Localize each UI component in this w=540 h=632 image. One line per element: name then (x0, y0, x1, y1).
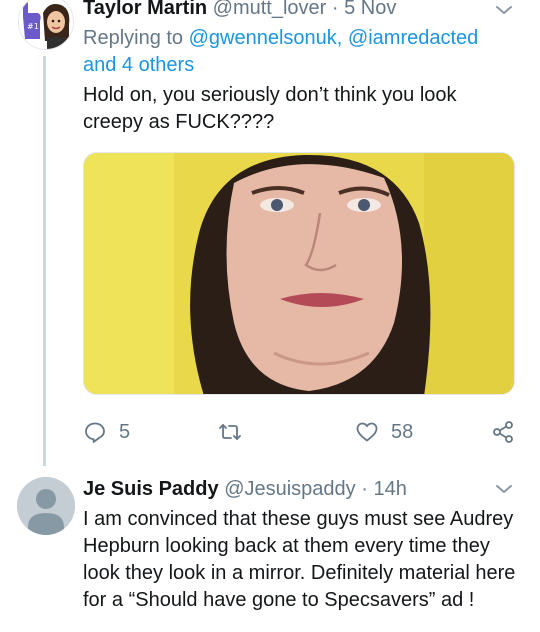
retweet-button[interactable] (218, 418, 254, 446)
user-handle[interactable]: @Jesuispaddy (224, 478, 355, 500)
thread-line (43, 56, 46, 466)
timestamp[interactable]: 14h (373, 478, 406, 500)
tweet-actions: 5 58 (83, 418, 523, 446)
timestamp[interactable]: 5 Nov (344, 0, 396, 19)
user-handle[interactable]: @mutt_lover (213, 0, 327, 19)
tweet-header: Je Suis Paddy @Jesuispaddy · 14h (83, 477, 407, 501)
tweet-text: Hold on, you seriously don’t think you l… (83, 84, 457, 133)
heart-icon (356, 422, 378, 442)
like-count: 58 (391, 420, 414, 443)
replying-to: Replying to @gwennelsonuk, @iamredacted … (83, 25, 513, 79)
chevron-down-icon[interactable] (494, 479, 514, 499)
replying-prefix: Replying to (83, 27, 184, 49)
avatar[interactable] (17, 477, 75, 535)
svg-text:#1: #1 (27, 22, 39, 31)
tweet-header: Taylor Martin @mutt_lover · 5 Nov (83, 0, 396, 20)
reply-icon (85, 422, 105, 443)
replying-users-link[interactable]: @gwennelsonuk, @iamredacted (189, 27, 479, 49)
chevron-down-icon[interactable] (494, 0, 514, 20)
tweet-image[interactable] (83, 152, 515, 395)
replying-others-link[interactable]: and 4 others (83, 54, 194, 76)
reply-count: 5 (119, 420, 131, 443)
retweet-icon (219, 424, 241, 440)
reply-button[interactable]: 5 (83, 418, 130, 446)
tweet-1[interactable]: #1 Taylor Martin @mutt_lover · 5 Nov Rep… (0, 0, 540, 470)
tweet-2[interactable]: Je Suis Paddy @Jesuispaddy · 14h I am co… (0, 470, 540, 632)
separator: · (361, 478, 368, 500)
share-button[interactable] (491, 418, 515, 446)
separator: · (331, 0, 339, 19)
display-name[interactable]: Taylor Martin (83, 0, 207, 19)
avatar[interactable]: #1 (18, 0, 74, 50)
tweet-text: I am convinced that these guys must see … (83, 508, 516, 611)
share-icon (493, 421, 513, 443)
display-name[interactable]: Je Suis Paddy (83, 478, 219, 500)
like-button[interactable]: 58 (355, 418, 413, 446)
